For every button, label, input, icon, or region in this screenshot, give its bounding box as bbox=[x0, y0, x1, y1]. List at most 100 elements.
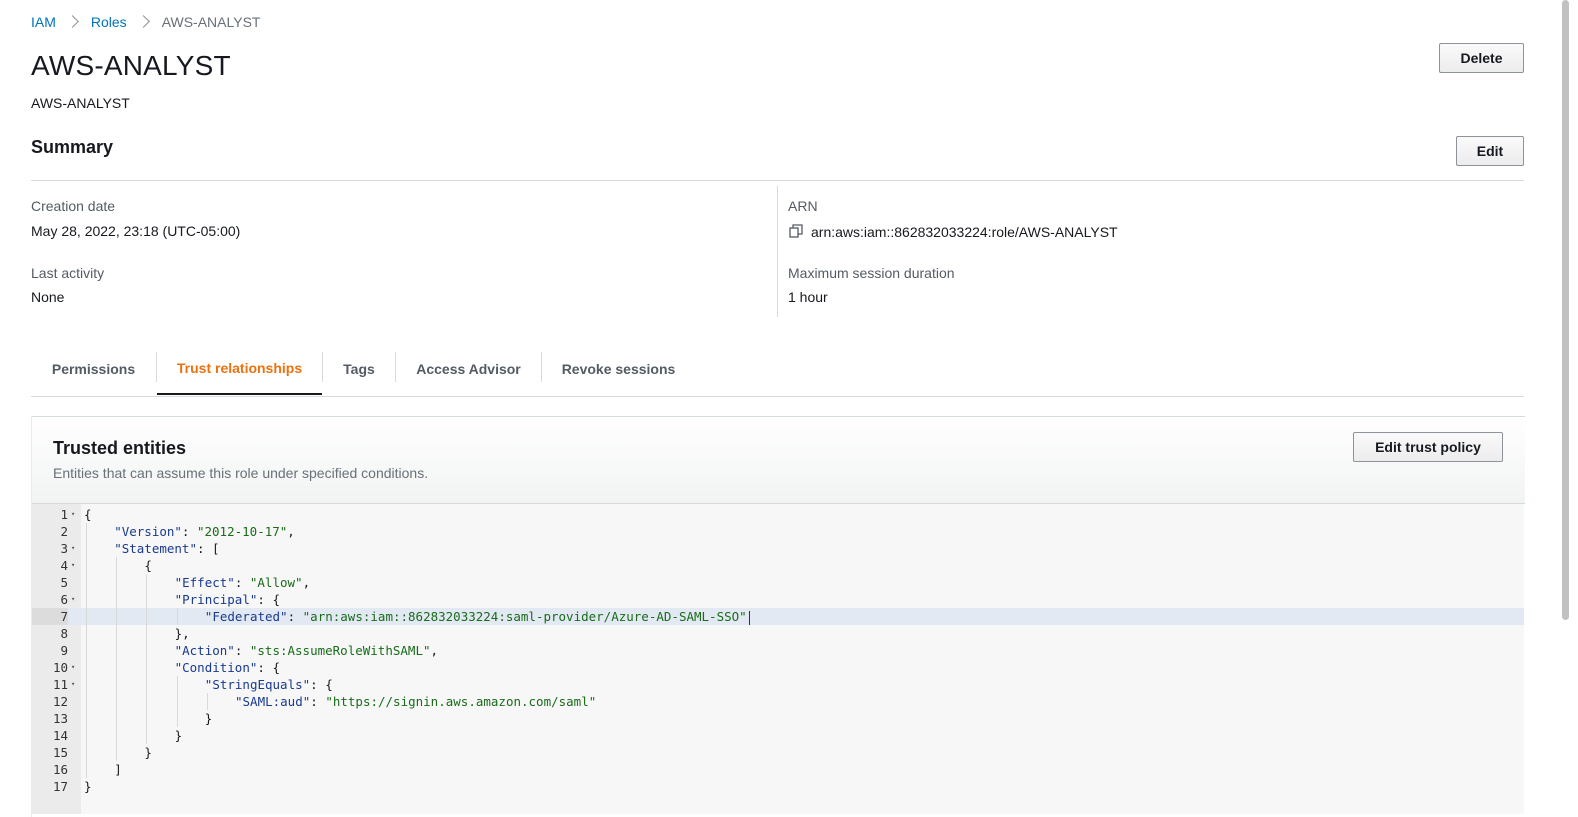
tab-access-advisor[interactable]: Access Advisor bbox=[396, 342, 541, 395]
edit-button[interactable]: Edit bbox=[1456, 136, 1524, 166]
breadcrumb-current: AWS-ANALYST bbox=[161, 14, 261, 30]
indent-guide bbox=[86, 625, 87, 642]
code-line[interactable]: 11 ▾ "StringEquals": { bbox=[32, 676, 1524, 693]
code-line[interactable]: 3 ▾ "Statement": [ bbox=[32, 540, 1524, 557]
code-text: } bbox=[144, 745, 152, 760]
fold-arrow-icon[interactable]: ▾ bbox=[71, 676, 75, 693]
line-number: 17 bbox=[52, 779, 68, 794]
breadcrumb-iam-link[interactable]: IAM bbox=[31, 14, 56, 30]
indent-guide bbox=[86, 574, 87, 591]
code-text: } bbox=[174, 728, 183, 743]
line-number: 4 bbox=[60, 558, 68, 573]
code-line[interactable]: 2 "Version": "2012-10-17", bbox=[32, 523, 1524, 540]
fold-arrow-icon[interactable]: ▾ bbox=[71, 540, 75, 557]
code-line[interactable]: 13} bbox=[32, 710, 1524, 727]
indent-guide bbox=[86, 693, 87, 710]
line-number: 13 bbox=[52, 711, 68, 726]
indent-guide bbox=[116, 574, 118, 591]
indent-guide bbox=[176, 710, 178, 727]
chevron-right-icon bbox=[136, 14, 150, 28]
last-activity-value: None bbox=[31, 289, 65, 305]
line-number: 2 bbox=[60, 524, 68, 539]
code-line[interactable]: 9 "Action": "sts:AssumeRoleWithSAML", bbox=[32, 642, 1524, 659]
summary-divider bbox=[31, 180, 1524, 181]
delete-button[interactable]: Delete bbox=[1439, 43, 1524, 73]
indent-guide bbox=[146, 676, 148, 693]
code-text: "Statement": [ bbox=[114, 541, 220, 556]
code-line[interactable]: 5 "Effect": "Allow", bbox=[32, 574, 1524, 591]
indent-guide bbox=[146, 642, 148, 659]
code-text: } bbox=[204, 711, 213, 726]
edit-trust-policy-button[interactable]: Edit trust policy bbox=[1353, 432, 1503, 462]
indent-guide bbox=[206, 693, 208, 710]
text-cursor bbox=[748, 610, 750, 625]
indent-guide bbox=[86, 710, 87, 727]
code-line[interactable]: 7 "Federated": "arn:aws:iam::862832033224… bbox=[32, 608, 1524, 625]
fold-arrow-icon[interactable]: ▾ bbox=[71, 591, 75, 608]
indent-guide bbox=[146, 693, 148, 710]
arn-value: arn:aws:iam::862832033224:role/AWS-ANALY… bbox=[811, 224, 1118, 240]
indent-guide bbox=[116, 676, 118, 693]
indent-guide bbox=[86, 591, 87, 608]
creation-date-label: Creation date bbox=[31, 198, 116, 214]
copy-icon[interactable] bbox=[789, 224, 803, 238]
breadcrumb-roles-link[interactable]: Roles bbox=[91, 14, 127, 30]
indent-guide bbox=[116, 625, 118, 642]
code-line[interactable]: 10 ▾ "Condition": { bbox=[32, 659, 1524, 676]
code-line[interactable]: 1 ▾ { bbox=[32, 506, 1524, 523]
code-text: { bbox=[84, 507, 92, 522]
trust-policy-editor[interactable]: 1 ▾{2 "Version": "2012-10-17", 3 ▾ "Statement… bbox=[32, 504, 1524, 814]
line-number: 9 bbox=[60, 643, 68, 658]
indent-guide bbox=[86, 608, 87, 625]
code-text: "Effect": "Allow", bbox=[174, 575, 311, 590]
line-number: 5 bbox=[60, 575, 68, 590]
indent-guide bbox=[116, 557, 118, 574]
code-line[interactable]: 6 ▾ "Principal": { bbox=[32, 591, 1524, 608]
fold-arrow-icon[interactable]: ▾ bbox=[71, 659, 75, 676]
max-session-label: Maximum session duration bbox=[788, 265, 955, 281]
indent-guide bbox=[116, 659, 118, 676]
indent-guide bbox=[146, 574, 148, 591]
code-line[interactable]: 16] bbox=[32, 761, 1524, 778]
code-text: } bbox=[84, 779, 92, 794]
code-line[interactable]: 8}, bbox=[32, 625, 1524, 642]
indent-guide bbox=[116, 608, 118, 625]
line-number: 14 bbox=[52, 728, 68, 743]
last-activity-label: Last activity bbox=[31, 265, 105, 281]
tab-tags[interactable]: Tags bbox=[323, 342, 395, 395]
tab-trust-relationships[interactable]: Trust relationships bbox=[157, 342, 322, 395]
indent-guide bbox=[176, 676, 178, 693]
code-line[interactable]: 4 ▾ { bbox=[32, 557, 1524, 574]
code-text: }, bbox=[174, 626, 190, 641]
arn-label: ARN bbox=[788, 198, 818, 214]
line-number: 10 bbox=[52, 660, 68, 675]
indent-guide bbox=[86, 727, 87, 744]
code-text: ] bbox=[114, 762, 122, 777]
indent-guide bbox=[86, 676, 87, 693]
indent-guide bbox=[116, 744, 118, 761]
code-text: "SAML:aud": "https://signin.aws.amazon.c… bbox=[235, 694, 597, 709]
fold-arrow-icon[interactable]: ▾ bbox=[71, 506, 75, 523]
code-text: "StringEquals": { bbox=[204, 677, 333, 692]
panel-header: Trusted entities Entities that can assum… bbox=[32, 417, 1525, 504]
indent-guide bbox=[86, 540, 87, 557]
line-number: 16 bbox=[52, 762, 68, 777]
fold-arrow-icon[interactable]: ▾ bbox=[71, 557, 75, 574]
indent-guide bbox=[146, 625, 148, 642]
indent-guide bbox=[86, 523, 87, 540]
tab-revoke-sessions[interactable]: Revoke sessions bbox=[542, 342, 695, 395]
page-scrollbar[interactable] bbox=[1562, 0, 1569, 620]
code-line[interactable]: 17} bbox=[32, 778, 1524, 795]
creation-date-value: May 28, 2022, 23:18 (UTC-05:00) bbox=[31, 223, 241, 239]
code-line[interactable]: 12 "SAML:aud": "https://signin.aws.amazon… bbox=[32, 693, 1524, 710]
indent-guide bbox=[86, 659, 87, 676]
line-number: 15 bbox=[52, 745, 68, 760]
trusted-entities-panel: Trusted entities Entities that can assum… bbox=[31, 416, 1525, 817]
tab-permissions[interactable]: Permissions bbox=[31, 342, 156, 395]
trusted-entities-title: Trusted entities bbox=[53, 438, 187, 458]
indent-guide bbox=[116, 591, 118, 608]
code-line[interactable]: 14} bbox=[32, 727, 1524, 744]
line-number: 3 bbox=[60, 541, 68, 556]
code-line[interactable]: 15} bbox=[32, 744, 1524, 761]
indent-guide bbox=[116, 642, 118, 659]
